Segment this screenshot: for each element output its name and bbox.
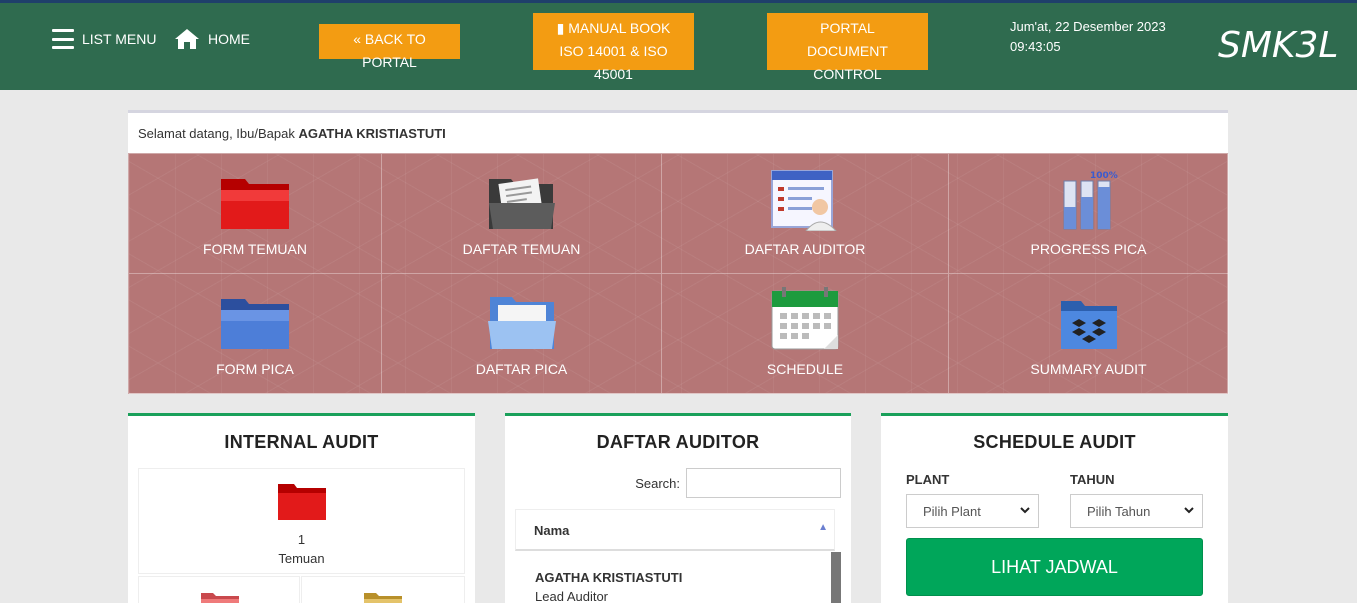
tile-daftar-pica[interactable]: DAFTAR PICA — [382, 274, 662, 394]
tahun-label: TAHUN — [1070, 472, 1115, 487]
manual-book-line1: ▮ MANUAL BOOK — [543, 17, 684, 40]
home-link[interactable]: HOME — [174, 28, 250, 50]
home-label: HOME — [208, 31, 250, 47]
auditor-name: AGATHA KRISTIASTUTI — [535, 570, 683, 585]
tile-summary-audit[interactable]: SUMMARY AUDIT — [949, 274, 1229, 394]
list-menu-label: LIST MENU — [82, 31, 157, 47]
red-folder-icon — [201, 593, 239, 603]
schedule-audit-panel: SCHEDULE AUDIT PLANT TAHUN Pilih Plant P… — [881, 413, 1228, 603]
tahun-select[interactable]: Pilih Tahun — [1070, 494, 1203, 528]
welcome-user-name: AGATHA KRISTIASTUTI — [298, 126, 446, 141]
yellow-folder-icon — [364, 593, 402, 603]
search-input[interactable] — [686, 468, 841, 498]
tile-label: SUMMARY AUDIT — [1030, 361, 1147, 377]
daftar-auditor-title: DAFTAR AUDITOR — [596, 432, 760, 452]
chevron-down-icon — [1184, 507, 1194, 514]
tile-label: DAFTAR TEMUAN — [462, 241, 581, 257]
back-to-portal-label: « BACK TO PORTAL — [353, 31, 426, 70]
open-blue-folder-icon — [487, 297, 556, 349]
tile-schedule[interactable]: SCHEDULE — [662, 274, 949, 394]
tile-label: DAFTAR PICA — [475, 361, 568, 377]
portal-line1: PORTAL — [820, 20, 875, 36]
dropbox-folder-icon — [1060, 301, 1117, 349]
tile-progress-pica[interactable]: 100% PROGRESS PICA — [949, 154, 1229, 274]
list-menu-link[interactable]: LIST MENU — [52, 29, 156, 49]
search-row: Search: — [635, 468, 841, 498]
welcome-bar: Selamat datang, Ibu/Bapak AGATHA KRISTIA… — [128, 110, 1228, 153]
temuan-count: 1 — [297, 532, 306, 547]
tile-label: SCHEDULE — [766, 361, 844, 377]
lihat-jadwal-button[interactable]: LIHAT JADWAL — [906, 538, 1203, 596]
back-to-portal-button[interactable]: « BACK TO PORTAL — [319, 24, 460, 70]
tile-form-pica[interactable]: FORM PICA — [129, 274, 382, 394]
blue-folder-icon — [221, 299, 289, 349]
tile-daftar-auditor[interactable]: DAFTAR AUDITOR — [662, 154, 949, 274]
auditor-list-icon — [771, 170, 837, 231]
manual-book-label: MANUAL BOOK — [568, 20, 671, 36]
tile-label: DAFTAR AUDITOR — [744, 241, 866, 257]
datetime: Jum'at, 22 Desember 2023 09:43:05 — [1010, 17, 1166, 57]
chevron-down-icon — [1020, 507, 1030, 514]
portal-line2: DOCUMENT CONTROL — [807, 43, 888, 82]
table-header-nama[interactable]: Nama ▲ — [515, 509, 835, 551]
calendar-icon — [771, 287, 839, 350]
tile-label: FORM TEMUAN — [203, 241, 307, 257]
welcome-prefix: Selamat datang, Ibu/Bapak — [138, 126, 295, 141]
tile-daftar-temuan[interactable]: DAFTAR TEMUAN — [382, 154, 662, 274]
sub-box-left[interactable] — [138, 576, 300, 603]
table-scrollbar[interactable] — [831, 552, 841, 603]
manual-book-line2: ISO 14001 & ISO 45001 — [559, 43, 668, 82]
manual-book-button[interactable]: ▮ MANUAL BOOK ISO 14001 & ISO 45001 — [533, 13, 694, 82]
document-folder-icon — [488, 178, 555, 229]
sub-box-right[interactable] — [301, 576, 465, 603]
current-date: Jum'at, 22 Desember 2023 — [1010, 19, 1166, 34]
portal-document-control-button[interactable]: PORTAL DOCUMENT CONTROL — [767, 13, 928, 82]
menu-tiles: FORM TEMUAN DAFTAR TEMUAN DAFTAR AUDITOR — [128, 153, 1229, 394]
internal-audit-panel: INTERNAL AUDIT 1 Temuan — [128, 413, 475, 603]
temuan-count-box[interactable]: 1 Temuan — [138, 468, 465, 574]
plant-select-value: Pilih Plant — [923, 504, 981, 519]
search-label: Search: — [635, 475, 680, 491]
table-row[interactable]: AGATHA KRISTIASTUTI Lead Auditor — [515, 552, 831, 603]
red-folder-icon — [277, 484, 326, 520]
tile-label: FORM PICA — [216, 361, 294, 377]
hamburger-icon — [52, 29, 74, 49]
brand-logo: SMK3L — [1218, 25, 1339, 66]
home-icon — [175, 29, 199, 49]
top-header: LIST MENU HOME « BACK TO PORTAL ▮ MANUAL… — [0, 0, 1357, 90]
tile-form-temuan[interactable]: FORM TEMUAN — [129, 154, 382, 274]
book-icon: ▮ — [556, 20, 565, 36]
tahun-select-value: Pilih Tahun — [1087, 504, 1151, 519]
plant-label: PLANT — [906, 472, 950, 487]
progress-bars-icon: 100% — [1063, 171, 1118, 230]
internal-audit-title: INTERNAL AUDIT — [224, 432, 379, 452]
sort-asc-icon[interactable]: ▲ — [818, 522, 828, 533]
schedule-audit-title: SCHEDULE AUDIT — [973, 432, 1136, 452]
column-nama: Nama — [534, 523, 570, 538]
svg-text:100%: 100% — [1090, 171, 1118, 181]
current-time: 09:43:05 — [1010, 39, 1061, 54]
plant-select[interactable]: Pilih Plant — [906, 494, 1039, 528]
auditor-role: Lead Auditor — [535, 589, 609, 603]
red-folder-icon — [221, 179, 289, 229]
tile-label: PROGRESS PICA — [1030, 241, 1147, 257]
daftar-auditor-panel: DAFTAR AUDITOR Search: Nama ▲ AGATHA KRI… — [505, 413, 851, 603]
temuan-label: Temuan — [278, 551, 325, 566]
